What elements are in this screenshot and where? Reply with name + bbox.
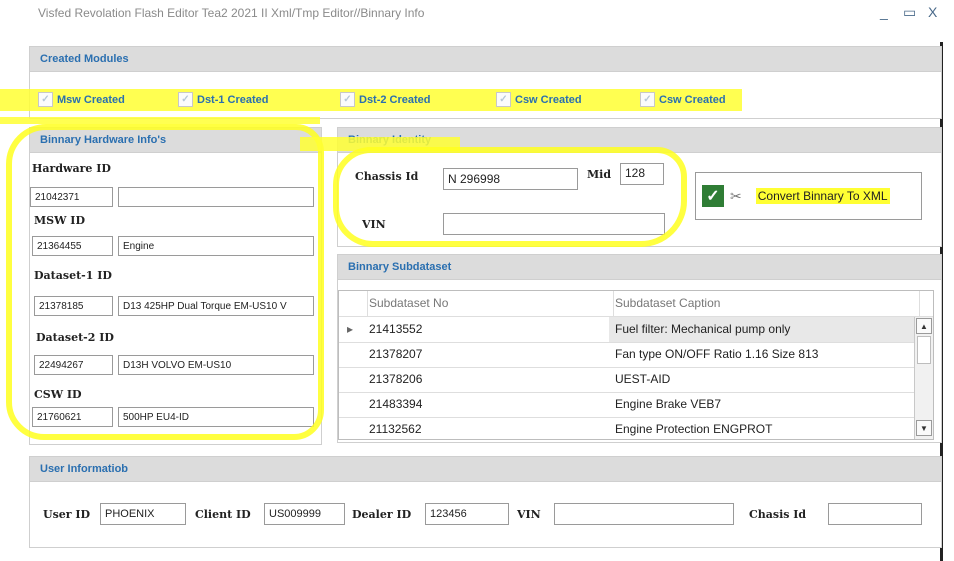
table-row[interactable]: 21483394 Engine Brake VEB7 [339, 392, 933, 418]
chasis-id-field[interactable] [828, 503, 922, 525]
row-subdataset-no[interactable]: 21378206 [363, 367, 613, 392]
msw-created-checkbox[interactable]: ✓ Msw Created [38, 92, 125, 107]
dst1-created-checkbox[interactable]: ✓ Dst-1 Created [178, 92, 269, 107]
chasis-id-label: Chasis Id [749, 508, 807, 521]
row-subdataset-no[interactable]: 21132562 [363, 417, 613, 439]
window-title: Visfed Revolation Flash Editor Tea2 2021… [38, 6, 425, 20]
convert-binnary-label: Convert Binnary To XML [755, 188, 890, 204]
binnary-subdataset-header: Binnary Subdataset [338, 255, 941, 280]
dst2-created-label: Dst-2 Created [359, 93, 431, 106]
grid-vertical-scrollbar[interactable]: ▲ ▼ [914, 317, 933, 439]
row-subdataset-caption[interactable]: Fan type ON/OFF Ratio 1.16 Size 813 [609, 342, 919, 367]
csw-created-checkbox[interactable]: ✓ Csw Created [496, 92, 582, 107]
scroll-down-icon[interactable]: ▼ [916, 420, 932, 436]
client-id-label: Client ID [195, 508, 251, 521]
row-subdataset-caption[interactable]: Engine Protection ENGPROT [609, 417, 919, 439]
user-info-panel: User Informatiob [29, 456, 942, 548]
check-icon: ✓ [640, 92, 655, 107]
subdataset-grid: Subdataset No Subdataset Caption ▸ 21413… [338, 290, 934, 440]
column-header-subdataset-no[interactable]: Subdataset No [363, 291, 614, 316]
dst1-created-label: Dst-1 Created [197, 93, 269, 106]
csw-created-checkbox-2[interactable]: ✓ Csw Created [640, 92, 726, 107]
scissors-icon: ✂ [730, 187, 742, 204]
close-button[interactable]: X [928, 4, 937, 20]
highlight-outline-identity [333, 147, 687, 247]
msw-created-label: Msw Created [57, 93, 125, 106]
dealer-id-field[interactable]: 123456 [425, 503, 509, 525]
row-subdataset-caption[interactable]: UEST-AID [609, 367, 919, 392]
row-subdataset-no[interactable]: 21483394 [363, 392, 613, 417]
convert-binnary-button[interactable]: ✓ ✂ Convert Binnary To XML [695, 172, 922, 220]
row-subdataset-caption[interactable]: Engine Brake VEB7 [609, 392, 919, 417]
check-icon: ✓ [496, 92, 511, 107]
scroll-thumb[interactable] [917, 336, 931, 364]
row-subdataset-no[interactable]: 21378207 [363, 342, 613, 367]
user-vin-field[interactable] [554, 503, 734, 525]
csw-created-label: Csw Created [515, 93, 582, 106]
dst2-created-checkbox[interactable]: ✓ Dst-2 Created [340, 92, 431, 107]
current-row-indicator: ▸ [346, 322, 354, 336]
check-icon: ✓ [38, 92, 53, 107]
client-id-field[interactable]: US009999 [264, 503, 345, 525]
user-info-header: User Informatiob [30, 457, 941, 482]
scroll-up-icon[interactable]: ▲ [916, 318, 932, 334]
excel-convert-icon: ✓ [702, 185, 724, 207]
highlight-strip-2 [0, 117, 320, 124]
column-header-subdataset-caption[interactable]: Subdataset Caption [609, 291, 920, 316]
row-subdataset-caption[interactable]: Fuel filter: Mechanical pump only [609, 317, 919, 342]
maximize-button[interactable]: ▭ [903, 4, 916, 21]
minimize-button[interactable]: _ [880, 4, 888, 20]
user-id-label: User ID [43, 508, 91, 521]
check-icon: ✓ [178, 92, 193, 107]
created-modules-header: Created Modules [30, 47, 941, 72]
grid-header-row: Subdataset No Subdataset Caption [339, 291, 933, 317]
table-row[interactable]: 21378207 Fan type ON/OFF Ratio 1.16 Size… [339, 342, 933, 368]
table-row[interactable]: 21378206 UEST-AID [339, 367, 933, 393]
dealer-id-label: Dealer ID [352, 508, 412, 521]
user-vin-label: VIN [517, 508, 541, 521]
row-subdataset-no[interactable]: 21413552 [363, 317, 613, 342]
highlight-outline-hardware [6, 124, 324, 440]
user-id-field[interactable]: PHOENIX [100, 503, 186, 525]
csw-created-label-2: Csw Created [659, 93, 726, 106]
table-row[interactable]: ▸ 21413552 Fuel filter: Mechanical pump … [339, 317, 933, 343]
table-row[interactable]: 21132562 Engine Protection ENGPROT [339, 417, 933, 439]
check-icon: ✓ [340, 92, 355, 107]
